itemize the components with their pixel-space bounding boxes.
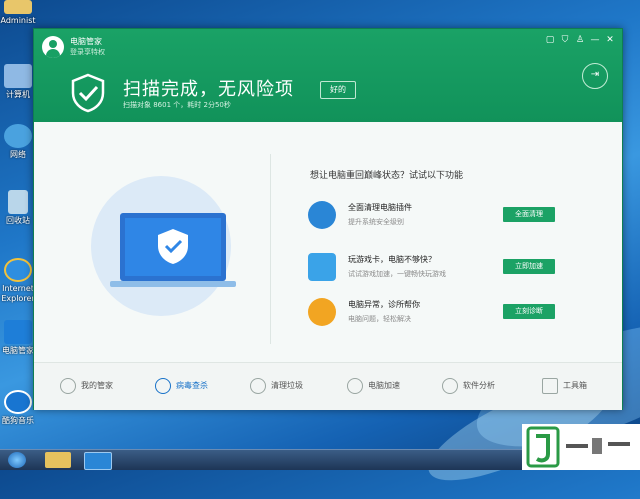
pc-manager-icon	[4, 320, 32, 344]
bottom-nav: 我的管家 病毒查杀 清理垃圾 电脑加速 软件分析 工具箱	[34, 362, 622, 410]
desktop-icon-kugou[interactable]: 酷狗音乐	[0, 390, 36, 426]
logo-mark-icon	[526, 426, 630, 468]
window-header: 电脑管家 登录享特权 ▢ ⛉ ♙ — ✕ 扫描完成，无风险项 好的 扫描对象 8…	[34, 29, 622, 122]
screen-icon[interactable]: ▢	[544, 34, 556, 46]
watermark-logo	[522, 424, 640, 470]
desktop-icon-recycle-bin[interactable]: 回收站	[0, 190, 36, 226]
desktop-icon-network[interactable]: 网络	[0, 124, 36, 160]
virus-scan-icon	[155, 377, 171, 394]
recycle-bin-icon	[8, 190, 28, 214]
full-cleanup-button[interactable]: 全面清理	[503, 207, 555, 222]
exit-icon[interactable]: ⇥	[582, 63, 608, 89]
taskbar-pc-manager-icon[interactable]	[84, 452, 112, 470]
cleanup-icon	[250, 377, 266, 394]
feature-subtitle: 提升系统安全级别	[348, 218, 404, 226]
nav-my-manager[interactable]: 我的管家	[60, 377, 113, 395]
minimize-button[interactable]: —	[589, 34, 601, 46]
nav-cleanup[interactable]: 清理垃圾	[250, 377, 303, 395]
window-controls: ▢ ⛉ ♙ — ✕	[544, 34, 616, 46]
divider	[270, 154, 271, 344]
software-icon	[442, 377, 458, 394]
skin-icon[interactable]: ♙	[574, 34, 586, 46]
diagnose-now-button[interactable]: 立刻诊断	[503, 304, 555, 319]
shield-small-icon[interactable]: ⛉	[559, 34, 571, 46]
feature-cleanup: 全面清理电脑插件 提升系统安全级别 全面清理	[308, 201, 568, 237]
desktop-icon-pc-manager[interactable]: 电脑管家	[0, 320, 36, 356]
feature-subtitle: 试试游戏加速，一键畅快玩游戏	[348, 270, 446, 278]
rocket-icon	[308, 253, 336, 281]
nav-toolbox[interactable]: 工具箱	[542, 377, 587, 395]
pc-manager-window: 电脑管家 登录享特权 ▢ ⛉ ♙ — ✕ 扫描完成，无风险项 好的 扫描对象 8…	[33, 28, 623, 410]
speedup-now-button[interactable]: 立即加速	[503, 259, 555, 274]
nav-software-analysis[interactable]: 软件分析	[442, 377, 495, 395]
user-folder-icon	[4, 0, 32, 14]
feature-diagnose: 电脑异常，诊所帮你 电脑问题，轻松解决 立刻诊断	[308, 298, 568, 334]
stethoscope-icon	[308, 298, 336, 326]
desktop-icon-computer[interactable]: 计算机	[0, 64, 36, 100]
taskbar-explorer-icon[interactable]	[45, 452, 71, 468]
kugou-music-icon	[4, 390, 32, 414]
brand-block: 电脑管家 登录享特权	[70, 36, 105, 58]
feature-prompt: 想让电脑重回巅峰状态？试试以下功能	[310, 171, 464, 181]
feature-title: 电脑异常，诊所帮你	[348, 300, 420, 309]
nav-virus-scan[interactable]: 病毒查杀	[155, 377, 208, 395]
puzzle-icon	[308, 201, 336, 229]
toolbox-icon	[542, 377, 558, 394]
login-link[interactable]: 登录享特权	[70, 47, 105, 58]
feature-game-speedup: 玩游戏卡，电脑不够快？ 试试游戏加速，一键畅快玩游戏 立即加速	[308, 253, 568, 289]
feature-title: 全面清理电脑插件	[348, 203, 412, 212]
nav-speedup[interactable]: 电脑加速	[347, 377, 400, 395]
close-button[interactable]: ✕	[604, 34, 616, 46]
ie-icon	[4, 258, 32, 282]
avatar[interactable]	[42, 36, 64, 58]
computer-icon	[4, 64, 32, 88]
app-title: 电脑管家	[70, 37, 102, 46]
start-button[interactable]	[8, 452, 26, 468]
scan-result-title: 扫描完成，无风险项	[123, 79, 294, 100]
laptop-shield-icon	[110, 213, 236, 287]
feature-subtitle: 电脑问题，轻松解决	[348, 315, 411, 323]
feature-title: 玩游戏卡，电脑不够快？	[348, 255, 436, 264]
speedup-icon	[347, 377, 363, 394]
desktop-icon-ie[interactable]: Internet Explorer	[0, 258, 36, 304]
desktop-icon-administrator[interactable]: Administ	[0, 0, 36, 26]
scan-stats: 扫描对象 8601 个，耗时 2分50秒	[123, 101, 231, 109]
manager-icon	[60, 377, 76, 394]
ok-button[interactable]: 好的	[320, 81, 356, 99]
shield-check-icon	[71, 73, 105, 113]
content-area: 想让电脑重回巅峰状态？试试以下功能 全面清理电脑插件 提升系统安全级别 全面清理…	[34, 122, 622, 362]
network-icon	[4, 124, 32, 148]
